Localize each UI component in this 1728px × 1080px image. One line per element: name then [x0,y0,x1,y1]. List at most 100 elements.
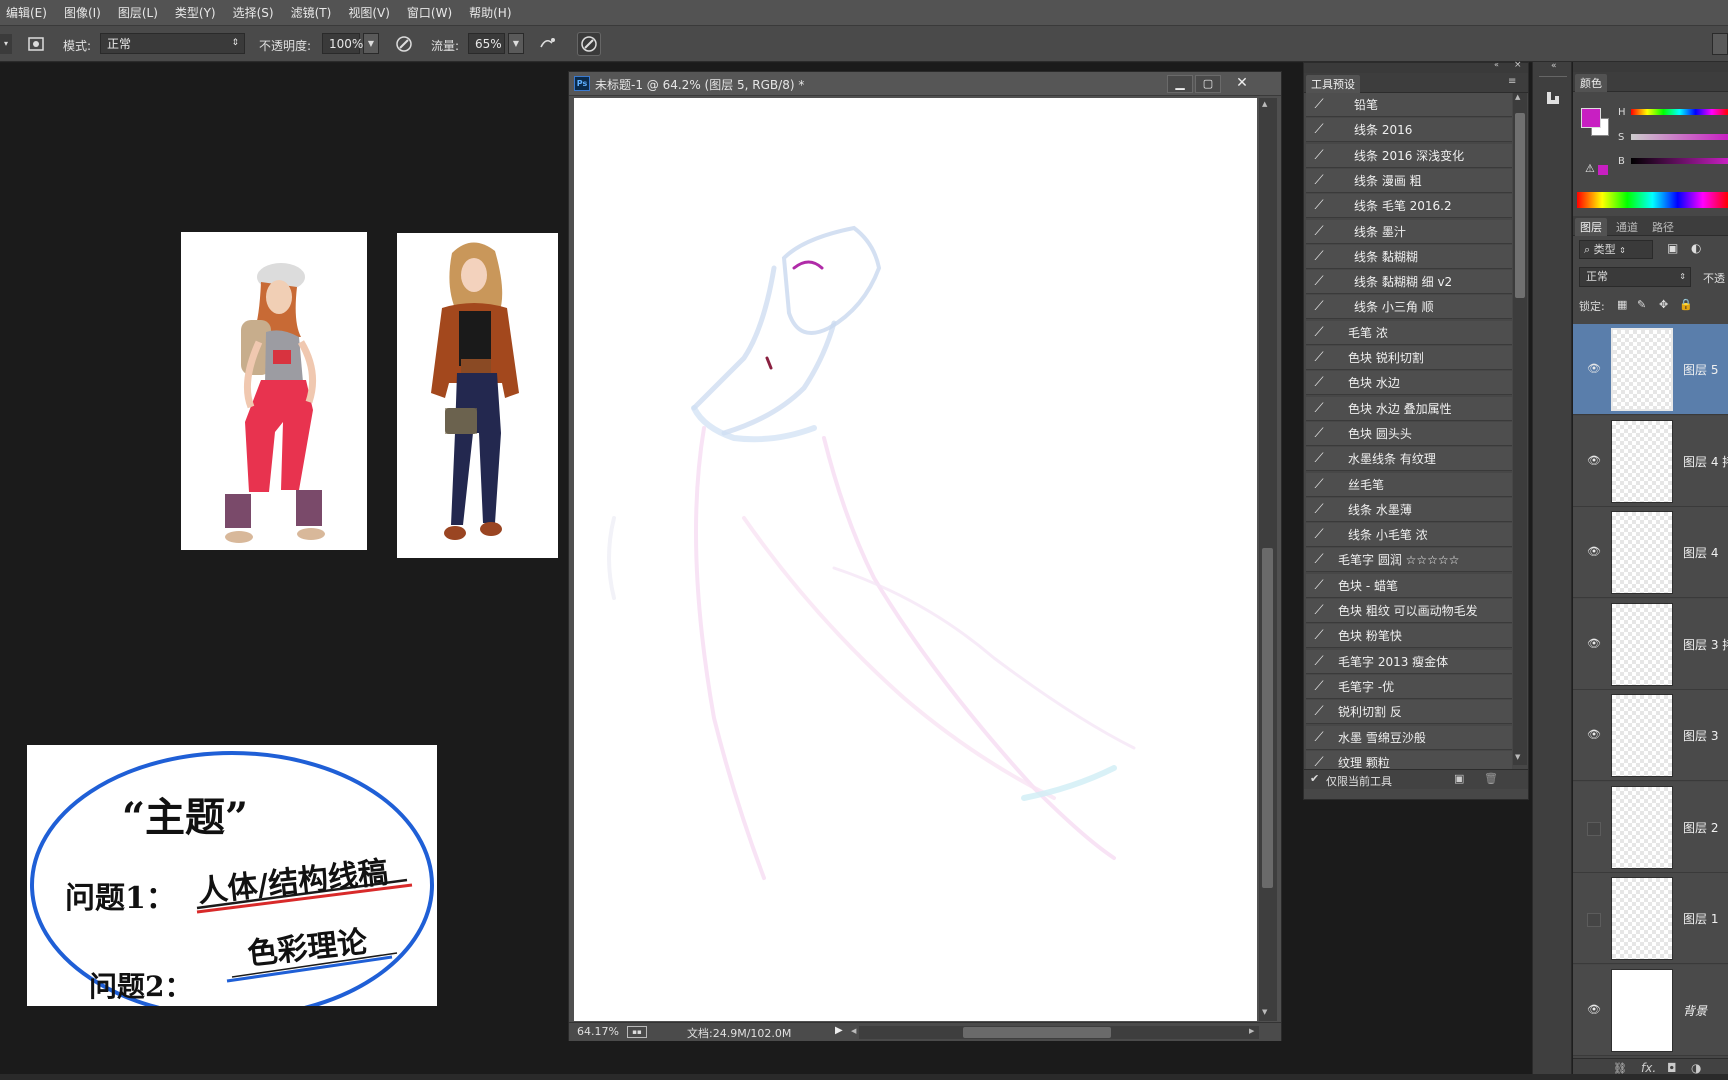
saturation-slider[interactable] [1631,134,1728,140]
hue-slider[interactable] [1631,109,1728,115]
scroll-up-icon[interactable]: ▲ [1262,100,1267,108]
preset-item[interactable]: ⟋ 色块 粉笔快 [1306,624,1512,649]
visibility-toggle[interactable] [1587,913,1601,927]
preset-item[interactable]: ⟋ 线条 小毛笔 浓 [1306,523,1512,548]
tool-preset-picker[interactable]: ▾ [0,34,12,54]
preset-item[interactable]: ⟋ 色块 圆头头 [1306,421,1512,446]
tab-tool-presets[interactable]: 工具预设 [1306,75,1360,93]
brush-preset-icon[interactable] [24,32,48,56]
lock-image-icon[interactable]: ✎ [1637,298,1646,311]
menu-edit[interactable]: 编辑(E) [6,4,47,21]
tab-channels[interactable]: 通道 [1611,218,1643,236]
lock-all-icon[interactable]: 🔒 [1679,298,1693,311]
document-titlebar[interactable]: Ps 未标题-1 @ 64.2% (图层 5, RGB/8) * ▁ ▢ ✕ [569,72,1281,96]
blend-mode-select[interactable]: 正常 ⇕ [1579,267,1691,287]
new-preset-icon[interactable]: ▣ [1454,772,1464,785]
lock-transparent-icon[interactable]: ▦ [1617,298,1627,311]
layer-row[interactable]: 👁 背景 [1573,964,1728,1056]
menu-layer[interactable]: 图层(L) [118,4,158,21]
drawing-canvas[interactable] [574,98,1257,1021]
layer-filter-select[interactable]: ⌕ 类型 ⇕ [1579,240,1653,259]
opacity-field[interactable]: 100% [322,33,363,54]
preset-item[interactable]: ⟋ 锐利切割 反 [1306,700,1512,725]
preset-item[interactable]: ⟋ 线条 水墨薄 [1306,497,1512,522]
preset-item[interactable]: ⟋ 色块 - 蜡笔 [1306,573,1512,598]
preset-scroll-up-icon[interactable]: ▲ [1515,93,1520,101]
delete-preset-icon[interactable]: 🗑 [1484,772,1498,785]
brush-presets-icon[interactable] [1541,86,1565,110]
preset-scroll-thumb[interactable] [1515,113,1525,298]
menu-help[interactable]: 帮助(H) [469,4,511,21]
pressure-size-icon[interactable] [577,32,601,56]
preset-item[interactable]: ⟋ 水墨线条 有纹理 [1306,447,1512,472]
collapse-icon[interactable]: « [1494,60,1499,69]
preset-item[interactable]: ⟋ 毛笔 浓 [1306,320,1512,345]
document-horizontal-scrollbar[interactable] [859,1026,1259,1039]
tab-paths[interactable]: 路径 [1647,218,1679,236]
preset-scrollbar[interactable]: ▲ ▼ [1513,93,1527,765]
current-tool-checkbox[interactable]: ✔ [1310,772,1319,785]
workspace-switcher[interactable] [1712,33,1728,55]
layer-row[interactable]: 👁 图层 4 拷 [1573,415,1728,507]
visibility-eye-icon[interactable]: 👁 [1585,362,1603,376]
preset-item[interactable]: ⟋ 线条 2016 深浅变化 [1306,143,1512,168]
pressure-opacity-icon[interactable] [392,32,416,56]
mode-select[interactable]: 正常 ⇕ [100,33,245,54]
fx-icon[interactable]: fx. [1641,1061,1656,1075]
tab-layers[interactable]: 图层 [1575,218,1607,236]
preset-item[interactable]: ⟋ 线条 小三角 顺 [1306,295,1512,320]
gamut-color-chip[interactable] [1598,165,1608,175]
menu-select[interactable]: 选择(S) [233,4,274,21]
preset-scroll-down-icon[interactable]: ▼ [1515,753,1520,761]
layer-row[interactable]: 图层 1 [1573,873,1728,964]
color-spectrum-ramp[interactable] [1577,192,1728,208]
lock-position-icon[interactable]: ✥ [1659,298,1668,311]
foreground-color-chip[interactable] [1581,108,1601,128]
scroll-down-icon[interactable]: ▼ [1262,1008,1267,1016]
visibility-eye-icon[interactable]: 👁 [1585,728,1603,742]
adjustment-layer-icon[interactable]: ◑ [1691,1061,1701,1075]
expand-panels-icon[interactable]: « [1551,61,1557,71]
layer-row[interactable]: 👁 图层 3 [1573,690,1728,781]
preset-item[interactable]: ⟋ 线条 漫画 粗 [1306,168,1512,193]
visibility-eye-icon[interactable]: 👁 [1585,454,1603,468]
airbrush-icon[interactable] [536,32,560,56]
menu-view[interactable]: 视图(V) [348,4,390,21]
preset-item[interactable]: ⟋ 水墨 雪绵豆沙般 [1306,725,1512,750]
preset-item[interactable]: ⟋ 毛笔字 -优 [1306,674,1512,699]
add-mask-icon[interactable]: ◘ [1667,1061,1677,1075]
layer-row[interactable]: 👁 图层 3 拷 [1573,598,1728,690]
layer-row[interactable]: 👁 图层 5 [1573,324,1728,415]
gamut-warning-icon[interactable]: ⚠ [1585,162,1595,175]
preset-item[interactable]: ⟋ 线条 黏糊糊 [1306,244,1512,269]
status-menu-arrow-icon[interactable]: ▶ [835,1025,843,1036]
close-icon[interactable]: ✕ [1225,75,1259,93]
panel-menu-icon[interactable]: ≡ [1508,76,1516,87]
tab-color[interactable]: 颜色 [1575,74,1607,92]
visibility-eye-icon[interactable]: 👁 [1585,545,1603,559]
panel-close-icon[interactable]: × [1514,60,1522,70]
image-filter-icon[interactable]: ▣ [1667,241,1678,255]
menu-filter[interactable]: 滤镜(T) [291,4,332,21]
minimize-icon[interactable]: ▁ [1167,75,1193,93]
visibility-toggle[interactable] [1587,821,1601,836]
flow-field[interactable]: 65% [468,33,505,54]
layer-row[interactable]: 👁 图层 4 [1573,507,1728,598]
preset-item[interactable]: ⟋ 丝毛笔 [1306,472,1512,497]
layer-row[interactable]: 图层 2 [1573,781,1728,873]
opacity-dropdown[interactable]: ▼ [363,33,379,54]
menu-window[interactable]: 窗口(W) [407,4,452,21]
visibility-eye-icon[interactable]: 👁 [1585,1003,1603,1017]
preset-item[interactable]: ⟋ 线条 2016 [1306,118,1512,143]
horizontal-scroll-thumb[interactable] [963,1027,1111,1038]
preset-item[interactable]: ⟋ 色块 锐利切割 [1306,346,1512,370]
preset-item[interactable]: ⟋ 毛笔字 圆润 ☆☆☆☆☆ [1306,548,1512,573]
zoom-level[interactable]: 64.17% [577,1025,619,1038]
brightness-slider[interactable] [1631,158,1728,164]
preset-item[interactable]: ⟋ 线条 黏糊糊 细 v2 [1306,270,1512,295]
preset-item[interactable]: ⟋ 铅笔 [1306,93,1512,117]
preset-item[interactable]: ⟋ 线条 毛笔 2016.2 [1306,194,1512,219]
adjustment-filter-icon[interactable]: ◐ [1691,241,1701,255]
panel-grip[interactable]: « × [1304,60,1528,73]
menu-image[interactable]: 图像(I) [64,4,101,21]
